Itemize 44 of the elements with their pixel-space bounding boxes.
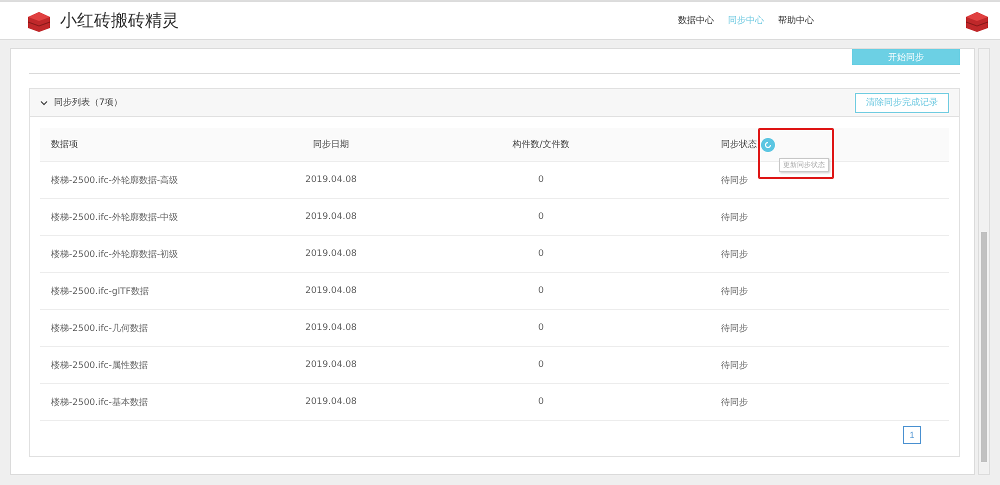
table-cell-text: 2019.04.08 [304,323,358,333]
app-title: 小红砖搬砖精灵 [60,10,179,32]
table-cell-text: 待同步 [720,286,749,298]
page-button[interactable]: 1 [903,426,921,444]
refresh-button[interactable] [761,138,775,152]
table-cell-text: 楼梯-2500.ifc-外轮廓数据-中级 [51,212,180,224]
table-cell-text: 0 [537,249,545,259]
column-header: 构件数/文件数 [511,138,571,151]
table-cell-text: 待同步 [720,248,749,260]
table-cell-text: 2019.04.08 [304,249,358,259]
table-cell-text: 0 [537,286,545,296]
table-cell-text: 楼梯-2500.ifc-glTF数据 [51,286,150,298]
table-cell-text: 2019.04.08 [304,286,358,296]
nav-link[interactable]: 同步中心 [728,14,764,27]
column-header: 同步日期 [312,138,350,151]
table-cell-text: 楼梯-2500.ifc-属性数据 [51,360,149,372]
table-cell-text: 2019.04.08 [304,360,358,370]
table-cell-text: 2019.04.08 [304,175,358,185]
column-header: 数据项 [51,138,79,151]
scrollbar[interactable] [978,48,990,475]
table-cell-text: 楼梯-2500.ifc-外轮廓数据-高级 [51,174,180,186]
refresh-icon [764,140,772,148]
nav-link[interactable]: 数据中心 [678,14,714,27]
clear-records-button[interactable]: 清除同步完成记录 [855,92,949,112]
start-sync-button[interactable]: 开始同步 [852,49,960,65]
nav-link[interactable]: 帮助中心 [778,14,814,27]
column-header: 同步状态 [721,138,757,151]
table-cell-text: 0 [537,323,545,333]
table-cell-text: 2019.04.08 [304,397,358,407]
table-cell-text: 待同步 [720,360,749,372]
table-cell-text: 0 [537,397,545,407]
table-cell-text: 待同步 [720,322,749,334]
table-cell-text: 楼梯-2500.ifc-外轮廓数据-初级 [51,248,180,260]
table-cell-text: 0 [537,212,545,222]
section-title: 同步列表（7项） [54,96,123,109]
table-cell-text: 待同步 [720,174,749,186]
table-cell-text: 楼梯-2500.ifc-基本数据 [51,396,149,408]
table-cell-text: 待同步 [720,396,749,408]
table-cell-text: 0 [537,360,545,370]
chevron-icon[interactable] [40,98,48,106]
table-cell-text: 0 [537,175,545,185]
table-cell-text: 楼梯-2500.ifc-几何数据 [51,322,149,334]
table-cell-text: 待同步 [720,212,749,224]
table-cell-text: 2019.04.08 [304,212,358,222]
